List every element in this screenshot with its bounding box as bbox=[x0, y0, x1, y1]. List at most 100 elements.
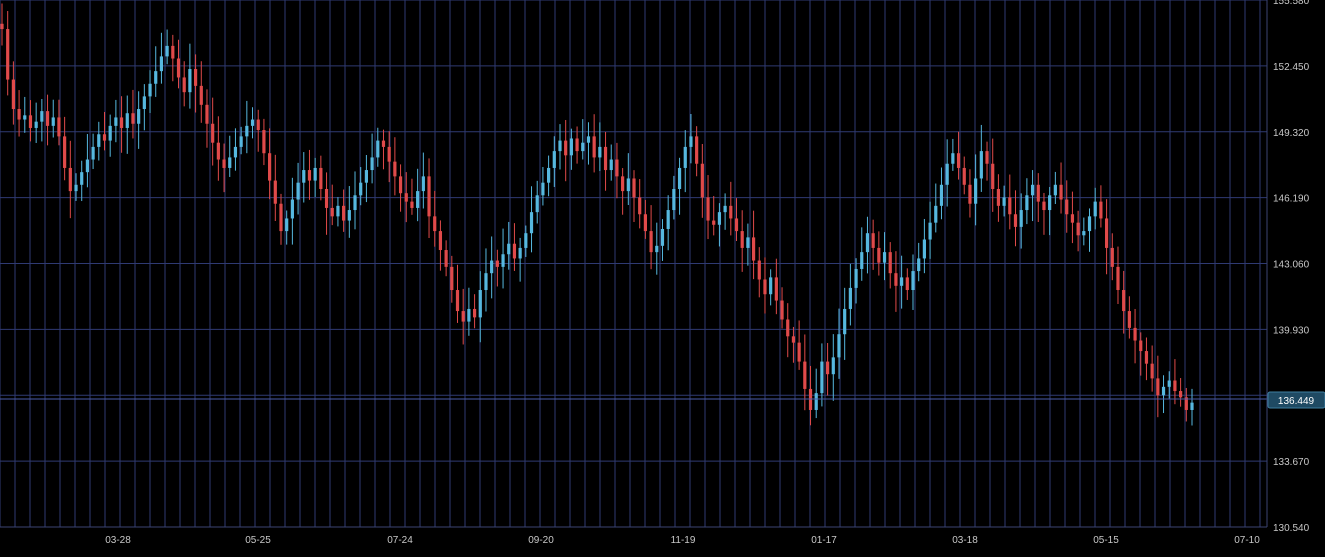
x-tick-label: 03-28 bbox=[105, 535, 131, 546]
candle-body bbox=[119, 117, 124, 128]
candle-body bbox=[831, 357, 835, 375]
candle-body bbox=[729, 205, 733, 219]
y-tick-label: 149.320 bbox=[1273, 128, 1310, 139]
candle-body bbox=[1076, 222, 1080, 236]
y-tick-label: 146.190 bbox=[1273, 194, 1310, 205]
candle-body bbox=[438, 231, 443, 251]
x-tick-label: 01-17 bbox=[811, 535, 837, 546]
candle-body bbox=[598, 146, 602, 158]
candle-body bbox=[319, 167, 323, 189]
candle-body bbox=[330, 207, 334, 217]
candle-body bbox=[467, 308, 471, 322]
candle-body bbox=[484, 273, 488, 291]
candle-body bbox=[336, 205, 340, 217]
candle-body bbox=[188, 69, 192, 93]
candle-body bbox=[364, 170, 369, 183]
candle-body bbox=[1139, 340, 1143, 352]
candle-body bbox=[1013, 214, 1018, 227]
candle-body bbox=[1082, 231, 1086, 236]
candle-body bbox=[233, 146, 238, 158]
candle-body bbox=[313, 167, 317, 181]
candle-body bbox=[643, 214, 647, 232]
x-tick-label: 07-10 bbox=[1234, 535, 1260, 546]
candle-body bbox=[1173, 380, 1177, 392]
candle-body bbox=[581, 142, 585, 152]
candle-body bbox=[769, 277, 773, 295]
y-tick-label: 152.450 bbox=[1273, 62, 1310, 73]
candle-body bbox=[381, 140, 386, 147]
time-axis: 03-28 05-25 07-24 09-20 11-19 01-17 03-18 05-15… bbox=[105, 535, 1260, 546]
candle-body bbox=[478, 290, 482, 318]
y-tick-label: 143.060 bbox=[1273, 260, 1310, 271]
candle-body bbox=[154, 71, 158, 84]
candle-body bbox=[649, 231, 653, 253]
candle-body bbox=[455, 290, 460, 312]
candle-body bbox=[1019, 210, 1023, 227]
last-price-label: 136.449 bbox=[1278, 396, 1315, 407]
candle-body bbox=[444, 250, 448, 267]
y-tick-label: 133.670 bbox=[1273, 457, 1310, 468]
candle-body bbox=[23, 115, 27, 120]
candle-body bbox=[421, 176, 425, 192]
candle-body bbox=[159, 56, 164, 72]
candle-body bbox=[0, 23, 4, 30]
candle-body bbox=[137, 109, 141, 124]
candle-body bbox=[359, 182, 363, 196]
candle-body bbox=[843, 308, 847, 335]
candle-body bbox=[991, 163, 995, 189]
candle-body bbox=[11, 79, 15, 110]
candle-body bbox=[1059, 184, 1063, 200]
candle-body bbox=[279, 203, 283, 232]
candle-body bbox=[1116, 266, 1120, 291]
candle-body bbox=[171, 45, 175, 59]
candlestick-series bbox=[0, 3, 1194, 426]
candle-body bbox=[837, 334, 841, 358]
candle-body bbox=[501, 254, 505, 267]
candle-body bbox=[1156, 378, 1160, 396]
candle-body bbox=[564, 140, 568, 156]
candle-body bbox=[1190, 402, 1194, 410]
candle-body bbox=[393, 161, 397, 177]
candle-body bbox=[535, 195, 539, 213]
candle-body bbox=[245, 125, 249, 137]
candle-body bbox=[865, 233, 870, 253]
candle-body bbox=[290, 199, 294, 219]
chart-canvas[interactable]: 155.580 152.450 149.320 146.190 143.060 139.9… bbox=[0, 0, 1325, 557]
candle-body bbox=[848, 287, 852, 309]
candle-body bbox=[342, 205, 346, 221]
candle-body bbox=[621, 176, 625, 192]
candle-body bbox=[34, 121, 38, 128]
candle-body bbox=[900, 277, 904, 286]
candle-body bbox=[712, 220, 716, 225]
candle-body bbox=[996, 188, 1001, 206]
candle-body bbox=[740, 231, 744, 248]
candle-body bbox=[1179, 391, 1183, 398]
candle-body bbox=[63, 136, 67, 168]
candle-body bbox=[239, 136, 243, 147]
candle-body bbox=[427, 176, 431, 217]
candle-body bbox=[108, 125, 112, 141]
x-tick-label: 03-18 bbox=[952, 535, 978, 546]
candle-body bbox=[1133, 327, 1137, 341]
candle-body bbox=[1053, 184, 1057, 196]
y-tick-label: 130.540 bbox=[1273, 523, 1310, 534]
candle-body bbox=[974, 178, 978, 204]
last-price-badge: 136.449 bbox=[1267, 391, 1325, 409]
candle-body bbox=[626, 178, 630, 192]
candle-body bbox=[1150, 363, 1154, 379]
candle-body bbox=[507, 243, 511, 255]
candle-body bbox=[1065, 199, 1069, 215]
candle-body bbox=[825, 361, 830, 375]
candle-body bbox=[1042, 201, 1046, 211]
y-tick-label: 155.580 bbox=[1273, 0, 1310, 7]
candle-body bbox=[182, 77, 186, 93]
candle-body bbox=[1036, 184, 1040, 202]
candle-body bbox=[979, 151, 983, 179]
candle-body bbox=[677, 167, 682, 189]
candle-body bbox=[791, 336, 796, 343]
candle-body bbox=[268, 153, 272, 181]
candlestick-chart[interactable]: 155.580 152.450 149.320 146.190 143.060 139.9… bbox=[0, 0, 1325, 557]
candle-body bbox=[148, 83, 152, 97]
candle-body bbox=[370, 157, 374, 171]
candle-body bbox=[603, 146, 608, 171]
